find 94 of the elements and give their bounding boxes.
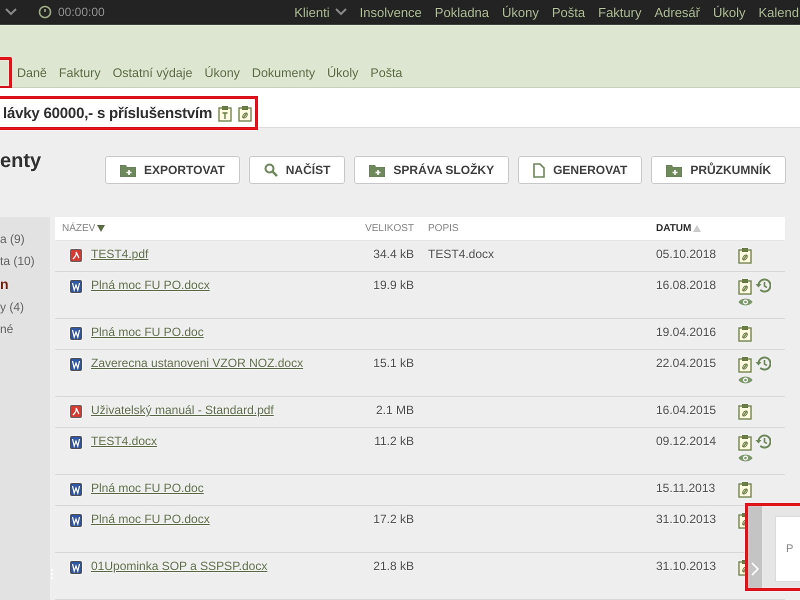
word-file-icon [70, 358, 82, 371]
sidebar-item[interactable]: y (4) [0, 300, 50, 314]
file-size: 17.2 kB [373, 512, 414, 526]
file-link[interactable]: Plná moc FU PO.docx [91, 278, 210, 292]
sidebar-item[interactable]: a (9) [0, 232, 50, 246]
file-date: 05.10.2018 [656, 247, 716, 261]
case-title: lávky 60000,- s příslušenstvím [3, 104, 212, 122]
menu-item[interactable]: Adresář [654, 4, 700, 20]
clipboard-link-icon[interactable] [738, 481, 752, 498]
file-link[interactable]: Plná moc FU PO.doc [91, 481, 204, 495]
word-file-icon [70, 483, 82, 496]
file-date: 16.08.2018 [656, 278, 716, 292]
clipboard-link-icon[interactable] [738, 356, 752, 373]
clipboard-link-icon[interactable] [738, 403, 752, 420]
toolbar-button[interactable]: EXPORTOVAT [105, 156, 240, 184]
column-header[interactable]: DATUM [656, 223, 692, 234]
menu-item[interactable]: Kalend [758, 4, 799, 20]
file-date: 16.04.2015 [656, 403, 716, 417]
file-size: 19.9 kB [373, 278, 414, 292]
file-link[interactable]: Zaverecna ustanoveni VZOR NOZ.docx [91, 356, 304, 370]
pdf-file-icon [70, 405, 82, 418]
file-date: 22.04.2015 [656, 356, 716, 370]
menu-item[interactable]: Insolvence [360, 4, 422, 20]
menu-item[interactable]: Úkony [502, 4, 539, 20]
file-date: 31.10.2013 [656, 512, 716, 526]
file-date: 15.11.2013 [656, 481, 716, 495]
file-link[interactable]: Plná moc FU PO.docx [91, 512, 210, 526]
sidebar-item[interactable]: né [0, 322, 50, 336]
menu-item[interactable]: Pošta [552, 4, 586, 20]
folder-plus-icon [666, 164, 682, 176]
file-size: 34.4 kB [373, 247, 414, 261]
menu-item[interactable]: Faktury [598, 4, 642, 20]
file-description: TEST4.docx [428, 247, 494, 261]
file-link[interactable]: TEST4.pdf [91, 247, 148, 261]
section-heading: enty [0, 150, 42, 173]
tab[interactable]: Daně [17, 66, 47, 80]
file-date: 19.04.2016 [656, 325, 716, 339]
word-file-icon [70, 280, 82, 293]
file-size: 15.1 kB [373, 356, 414, 370]
word-file-icon [70, 327, 82, 340]
toolbar-button[interactable]: GENEROVAT [518, 156, 642, 184]
history-icon[interactable] [755, 434, 771, 449]
file-link[interactable]: Plná moc FU PO.doc [91, 325, 204, 339]
toolbar-button[interactable]: PRŮZKUMNÍK [651, 156, 786, 184]
menu-item[interactable]: Úkoly [713, 4, 746, 20]
menu-item[interactable]: Klienti [294, 4, 330, 20]
toolbar-button[interactable]: NAČÍST [248, 156, 346, 184]
tab[interactable]: Faktury [58, 66, 101, 80]
file-size: 21.8 kB [373, 559, 414, 573]
file-link[interactable]: 01Upominka SOP a SSPSP.docx [91, 559, 268, 573]
sidebar-item[interactable]: n [0, 276, 50, 292]
clipboard-link-icon[interactable] [738, 278, 752, 295]
panel-text: P [786, 543, 794, 555]
sidebar-item[interactable]: ta (10) [0, 254, 50, 268]
tab[interactable]: Úkoly [327, 66, 358, 80]
toolbar-button[interactable]: SPRÁVA SLOŽKY [354, 156, 510, 184]
file-size: 11.2 kB [374, 434, 414, 448]
file-date: 31.10.2013 [656, 559, 716, 573]
clipboard-text-icon[interactable] [218, 104, 232, 122]
folder-plus-icon [369, 164, 386, 176]
sort-down-icon[interactable] [97, 225, 106, 232]
history-icon[interactable] [755, 356, 771, 371]
tab[interactable]: Dokumenty [252, 66, 316, 80]
tab[interactable]: Ostatní výdaje [112, 66, 192, 80]
clipboard-link-icon[interactable] [738, 325, 752, 342]
clipboard-link-icon[interactable] [738, 247, 752, 264]
tab[interactable]: Pošta [370, 66, 402, 80]
eye-icon[interactable] [738, 297, 753, 307]
word-file-icon [70, 436, 82, 449]
panel-toggle[interactable] [748, 506, 762, 588]
history-icon[interactable] [755, 278, 771, 293]
clipboard-link-icon[interactable] [738, 434, 752, 451]
search-icon [264, 163, 278, 177]
stopwatch-icon [38, 5, 52, 19]
clipboard-link-icon[interactable] [238, 104, 252, 122]
document-icon [533, 162, 546, 178]
chevron-down-icon[interactable] [5, 8, 17, 16]
file-link[interactable]: TEST4.docx [91, 434, 158, 448]
folder-plus-icon [120, 164, 136, 176]
file-size: 2.1 MB [376, 403, 414, 417]
column-header[interactable]: VELIKOST [365, 223, 414, 234]
file-date: 09.12.2014 [656, 434, 716, 448]
eye-icon[interactable] [738, 453, 753, 463]
word-file-icon [70, 561, 82, 574]
word-file-icon [70, 514, 82, 527]
chevron-down-icon[interactable] [334, 8, 347, 16]
timer-text: 00:00:00 [58, 5, 105, 19]
column-header[interactable]: POPIS [428, 223, 459, 234]
pdf-file-icon [70, 249, 82, 262]
file-link[interactable]: Uživatelský manuál - Standard.pdf [91, 403, 274, 417]
eye-icon[interactable] [738, 375, 753, 385]
tab[interactable]: Úkony [204, 66, 240, 80]
column-header[interactable]: NÁZEV [62, 223, 96, 234]
menu-item[interactable]: Pokladna [434, 4, 490, 20]
